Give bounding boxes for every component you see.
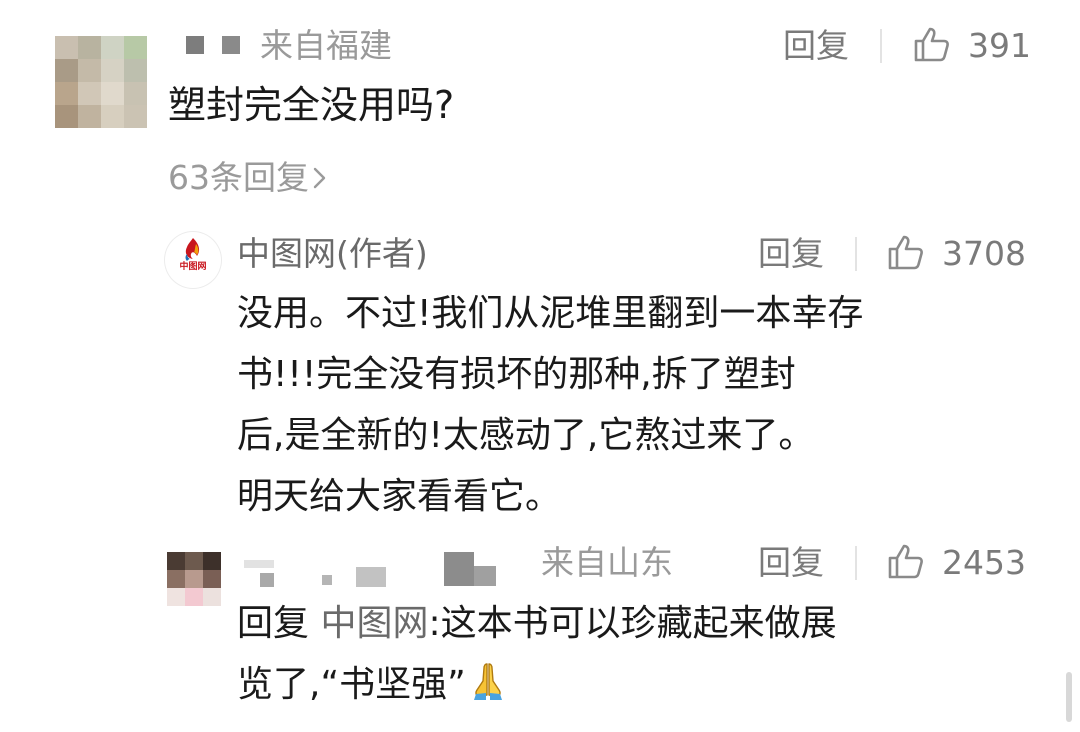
folded-hands-icon bbox=[473, 663, 502, 700]
reply-text-line: 书!!!完全没有损坏的那种,拆了塑封 bbox=[237, 354, 796, 395]
reply-text: 没用。不过!我们从泥堆里翻到一本幸存 书!!!完全没有损坏的那种,拆了塑封 后,… bbox=[237, 283, 863, 527]
flame-logo-icon bbox=[185, 238, 200, 261]
divider bbox=[880, 29, 882, 63]
reply-text-line: 览了,“书坚强” bbox=[237, 654, 837, 715]
logo-text: 中图网 bbox=[179, 262, 207, 272]
publisher-logo-avatar[interactable]: 中图网 bbox=[165, 232, 221, 288]
redacted-username bbox=[444, 552, 474, 586]
divider bbox=[855, 546, 857, 580]
reply-text-line: 回复 中图网:这本书可以珍藏起来做展 bbox=[237, 593, 837, 654]
replies-count-label: 63条回复 bbox=[168, 158, 309, 197]
redacted-username bbox=[322, 575, 332, 585]
reply-button[interactable]: 回复 bbox=[758, 543, 824, 583]
author-name[interactable]: 中图网(作者) bbox=[237, 234, 428, 274]
thumbs-up-icon[interactable] bbox=[886, 232, 926, 272]
reply-text-rest: :这本书可以珍藏起来做展 bbox=[428, 603, 837, 644]
reply-text-line2: 览了,“书坚强” bbox=[237, 664, 466, 705]
like-count: 3708 bbox=[942, 234, 1026, 273]
view-replies-link[interactable]: 63条回复 bbox=[168, 158, 328, 198]
redacted-username bbox=[474, 566, 496, 586]
like-count: 2453 bbox=[942, 543, 1026, 582]
redacted-username bbox=[260, 573, 274, 587]
redacted-username bbox=[356, 567, 386, 587]
user-avatar-blurred[interactable] bbox=[55, 36, 147, 128]
thumbs-up-icon[interactable] bbox=[886, 541, 926, 581]
redacted-username bbox=[186, 36, 204, 54]
comment-thread: 来自福建 回复 391 塑封完全没用吗? 63条回复 中图网 中图网(作者) 回… bbox=[0, 0, 1080, 732]
reply-text-line: 明天给大家看看它。 bbox=[237, 476, 562, 517]
reply-button[interactable]: 回复 bbox=[783, 26, 849, 66]
reply-prefix: 回复 bbox=[237, 603, 310, 644]
redacted-username bbox=[244, 560, 274, 568]
thumbs-up-icon[interactable] bbox=[912, 24, 952, 64]
reply-text: 回复 中图网:这本书可以珍藏起来做展 览了,“书坚强” bbox=[237, 593, 837, 715]
reply-text-line: 没用。不过!我们从泥堆里翻到一本幸存 bbox=[237, 293, 864, 334]
reply-target-link[interactable]: 中图网 bbox=[320, 603, 428, 644]
divider bbox=[855, 237, 857, 271]
redacted-username bbox=[222, 36, 240, 54]
location-label: 来自山东 bbox=[541, 543, 673, 582]
user-avatar-blurred[interactable] bbox=[167, 552, 221, 606]
location-label: 来自福建 bbox=[260, 26, 392, 65]
chevron-right-icon bbox=[313, 167, 326, 189]
comment-text: 塑封完全没用吗? bbox=[168, 83, 455, 127]
reply-text-line: 后,是全新的!太感动了,它熬过来了。 bbox=[237, 415, 815, 456]
scrollbar-thumb[interactable] bbox=[1066, 672, 1072, 722]
like-count: 391 bbox=[968, 26, 1031, 65]
reply-button[interactable]: 回复 bbox=[758, 234, 824, 274]
